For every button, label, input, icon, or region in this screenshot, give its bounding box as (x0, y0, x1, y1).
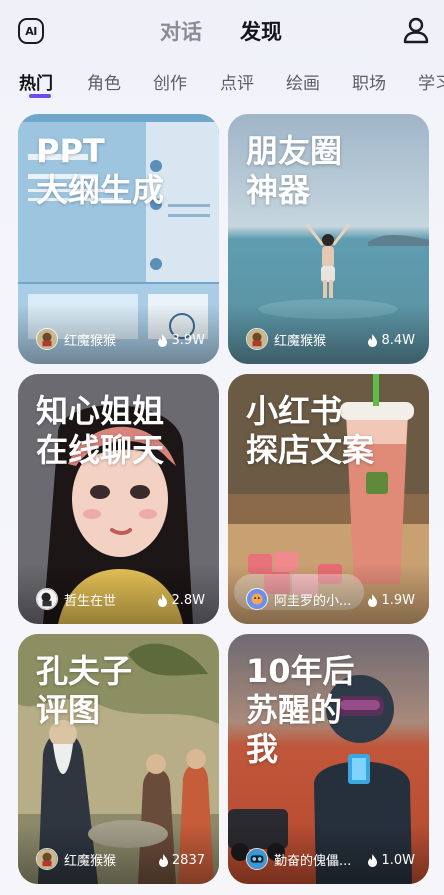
category-draw[interactable]: 绘画 (286, 69, 320, 94)
flame-icon (158, 854, 168, 867)
avatar (36, 328, 58, 350)
category-review[interactable]: 点评 (220, 69, 254, 94)
ai-logo-icon[interactable]: AI (18, 18, 44, 44)
avatar (246, 848, 268, 870)
card-title: 知心姐姐 在线聊天 (36, 392, 165, 469)
card-title: 10年后 苏醒的 我 (246, 652, 355, 768)
likes-value: 8.4W (381, 333, 415, 348)
card-author: 红魔猴猴 (36, 328, 116, 350)
active-tab-indicator (29, 94, 51, 98)
card-title: 小红书 探店文案 (246, 392, 375, 469)
card-title: 朋友圈 神器 (246, 132, 343, 209)
likes-count: 1.0W (367, 853, 415, 868)
card-author: 红魔猴猴 (36, 848, 116, 870)
likes-count: 2.8W (157, 593, 205, 608)
flame-icon (368, 594, 378, 607)
author-name: 红魔猴猴 (64, 853, 117, 869)
flame-icon (158, 594, 168, 607)
likes-value: 2.8W (171, 593, 205, 608)
author-name: 阿圭罗的小... (274, 593, 352, 609)
likes-value: 1.9W (381, 593, 415, 608)
card-author: 阿圭罗的小... (246, 588, 351, 610)
top-bar: AI 对话 发现 (0, 0, 444, 62)
likes-count: 2837 (158, 853, 205, 868)
flame-icon (368, 854, 378, 867)
tab-discover[interactable]: 发现 (240, 16, 282, 46)
avatar (246, 328, 268, 350)
category-tabs: 热门 角色 创作 点评 绘画 职场 学习 (0, 62, 444, 106)
card-title: 孔夫子 评图 (36, 652, 133, 729)
likes-value: 1.0W (381, 853, 415, 868)
card-sister-chat[interactable]: 知心姐姐 在线聊天 哲生在世 2.8W (18, 374, 219, 624)
likes-count: 1.9W (367, 593, 415, 608)
card-xiaohongshu-copy[interactable]: 小红书 探店文案 阿圭罗的小... 1.9W (228, 374, 429, 624)
tab-chat[interactable]: 对话 (160, 16, 202, 46)
flame-icon (158, 334, 168, 347)
card-author: 勤奋的傀儡... (246, 848, 351, 870)
category-role[interactable]: 角色 (87, 69, 121, 94)
author-name: 哲生在世 (64, 593, 117, 609)
author-name: 红魔猴猴 (64, 333, 117, 349)
likes-value: 2837 (171, 853, 205, 868)
avatar (246, 588, 268, 610)
flame-icon (368, 334, 378, 347)
author-name: 勤奋的傀儡... (274, 853, 352, 869)
likes-count: 8.4W (367, 333, 415, 348)
likes-value: 3.9W (171, 333, 205, 348)
card-author: 哲生在世 (36, 588, 116, 610)
category-hot[interactable]: 热门 (19, 69, 53, 94)
card-author: 红魔猴猴 (246, 328, 326, 350)
avatar (36, 848, 58, 870)
author-name: 红魔猴猴 (274, 333, 327, 349)
category-work[interactable]: 职场 (352, 69, 386, 94)
likes-count: 3.9W (157, 333, 205, 348)
avatar (36, 588, 58, 610)
card-moments[interactable]: 朋友圈 神器 红魔猴猴 8.4W (228, 114, 429, 364)
card-ppt-outline[interactable]: PPT 大纲生成 红魔猴猴 3.9W (18, 114, 219, 364)
card-confucius-review[interactable]: 孔夫子 评图 红魔猴猴 2837 (18, 634, 219, 884)
category-study[interactable]: 学习 (418, 69, 444, 94)
card-wake-up-in-10-years[interactable]: 10年后 苏醒的 我 勤奋的傀儡... 1.0W (228, 634, 429, 884)
card-title: PPT 大纲生成 (36, 132, 165, 209)
category-create[interactable]: 创作 (153, 69, 187, 94)
user-icon[interactable] (402, 16, 430, 44)
